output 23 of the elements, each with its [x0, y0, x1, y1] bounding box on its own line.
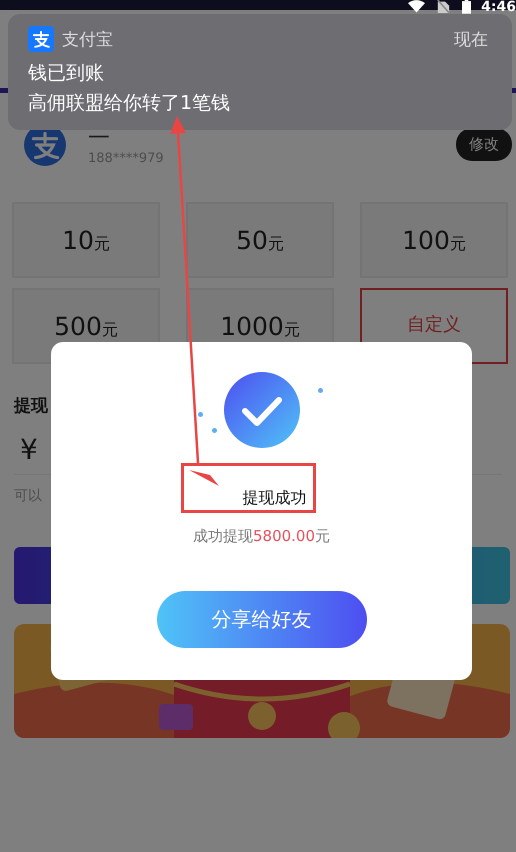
notification-body: 高佣联盟给你转了1笔钱 [28, 91, 232, 116]
sparkle-icon [198, 412, 202, 417]
app-name: 支付宝 [62, 28, 114, 50]
no-sim-icon [435, 0, 452, 13]
edit-button[interactable]: 修改 [456, 128, 512, 161]
arrow-icon [189, 470, 219, 486]
clock: 4:46 [481, 0, 516, 12]
notification-card[interactable]: 支付宝 现在 钱已到账 高佣联盟给你转了1笔钱 [8, 14, 512, 130]
app-icon [28, 26, 54, 52]
notification-title: 钱已到账 [28, 61, 105, 86]
dialog-title: 提现成功 [242, 488, 306, 509]
sparkle-icon [212, 428, 216, 433]
amount-option[interactable]: 10元 [12, 202, 160, 278]
amount-option[interactable]: 100元 [360, 202, 508, 278]
sparkle-icon [318, 388, 322, 393]
currency-symbol: ¥ [20, 433, 38, 466]
withdraw-label: 提现 [14, 395, 48, 417]
account-name: 一 [88, 129, 110, 149]
notification-time: 现在 [454, 28, 488, 50]
checkmark-icon [224, 372, 300, 448]
share-button[interactable]: 分享给好友 [156, 591, 366, 648]
withdrawal-summary: 成功提现5800.00元 [192, 527, 330, 546]
amount-option[interactable]: 50元 [186, 202, 334, 278]
